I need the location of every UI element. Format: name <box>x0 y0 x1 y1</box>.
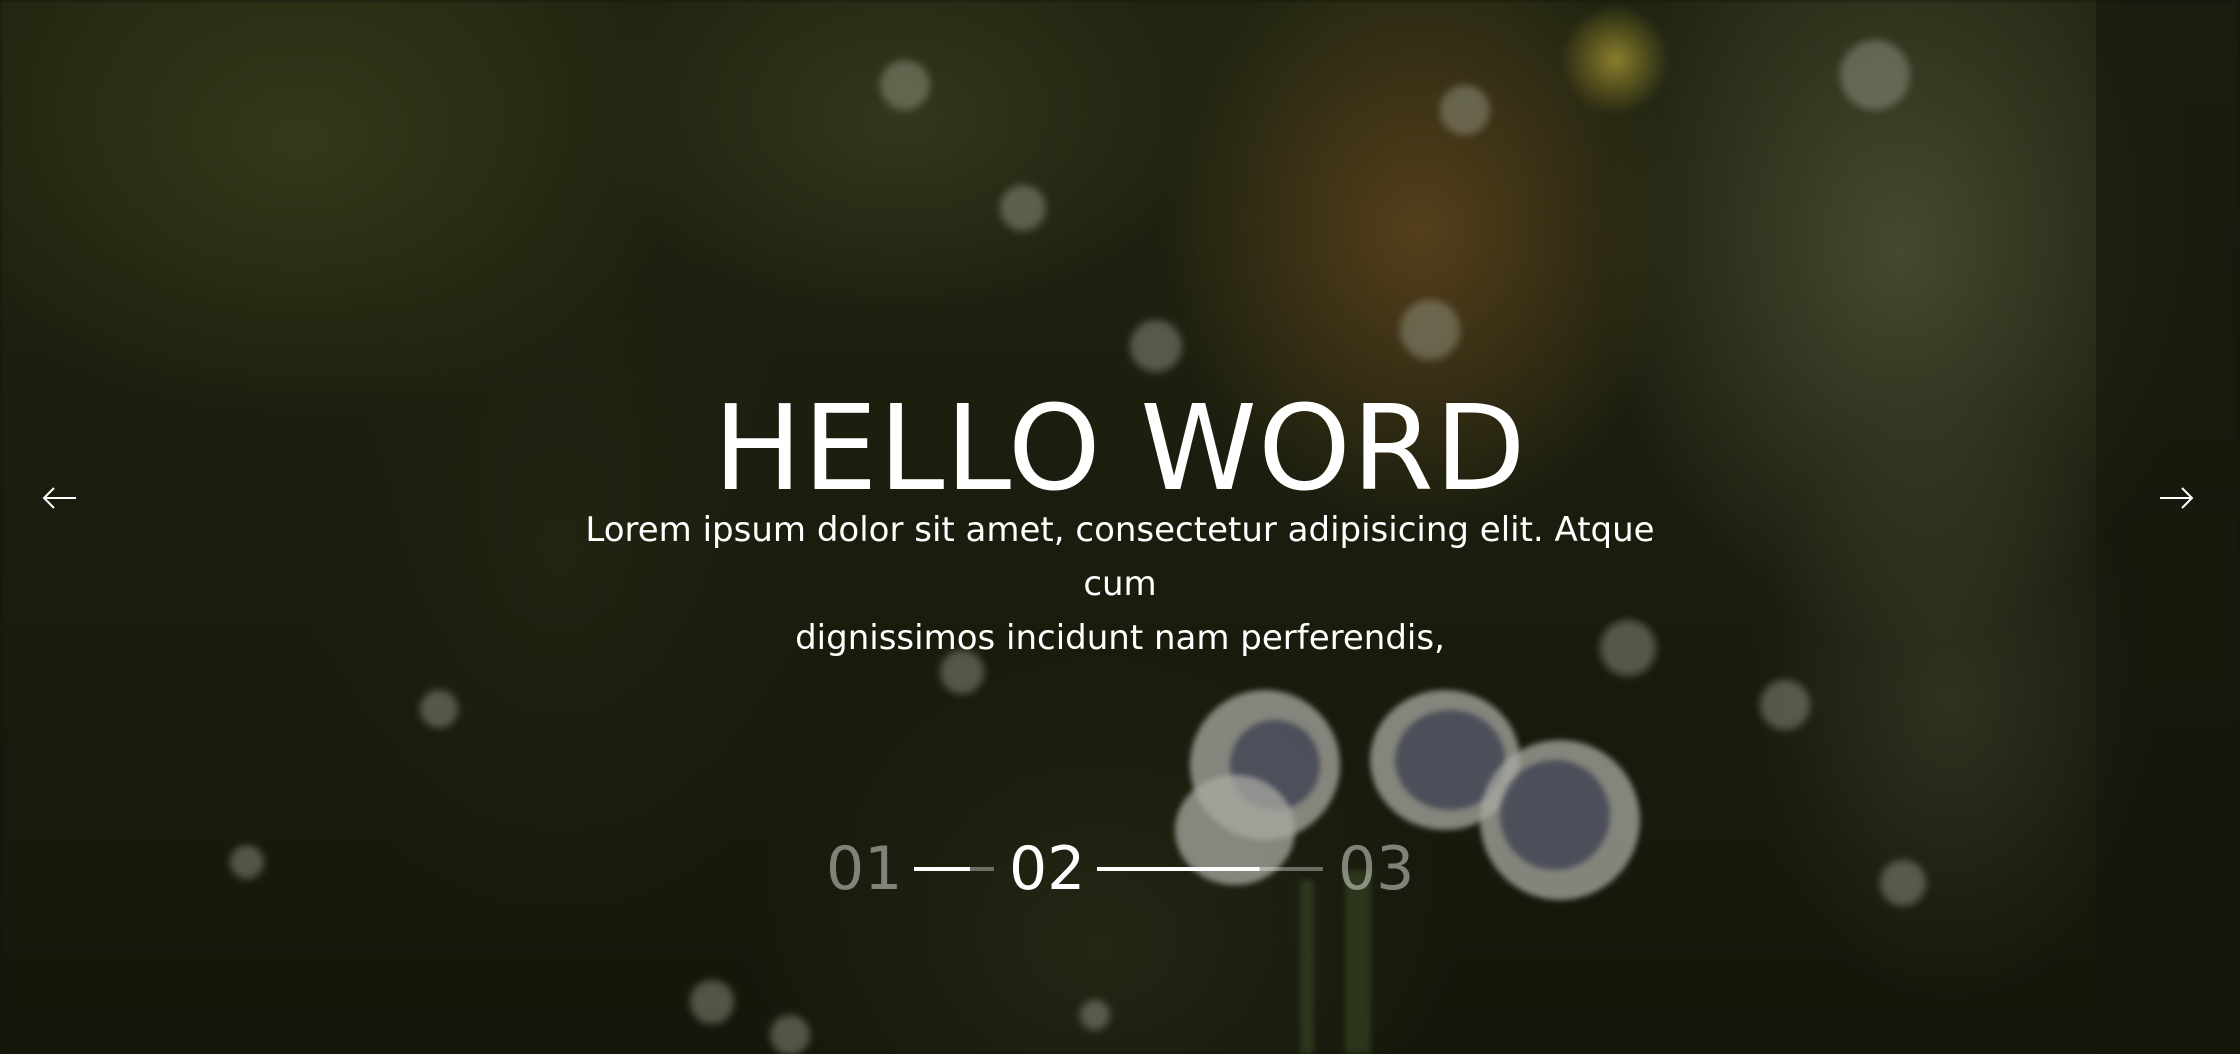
next-slide-button[interactable] <box>2156 478 2196 518</box>
slide-title: HELLO WORD <box>713 379 1527 517</box>
pager-slide-01[interactable]: 01 <box>826 834 902 904</box>
slide-subtitle-line: Lorem ipsum dolor sit amet, consectetur … <box>585 510 1655 604</box>
arrow-right-icon <box>2160 487 2194 509</box>
slide-pagination: 01 02 03 <box>0 834 2240 904</box>
arrow-left-icon <box>42 487 76 509</box>
slide-subtitle-line: dignissimos incidunt nam perferendis, <box>795 618 1445 658</box>
pager-progress-line <box>1097 867 1323 871</box>
slide-subtitle: Lorem ipsum dolor sit amet, consectetur … <box>570 503 1670 665</box>
prev-slide-button[interactable] <box>40 478 80 518</box>
pager-slide-02[interactable]: 02 <box>1009 834 1085 904</box>
pager-progress-line <box>914 867 994 871</box>
pager-slide-03[interactable]: 03 <box>1338 834 1414 904</box>
hero-slider: HELLO WORD Lorem ipsum dolor sit amet, c… <box>0 0 2240 1054</box>
